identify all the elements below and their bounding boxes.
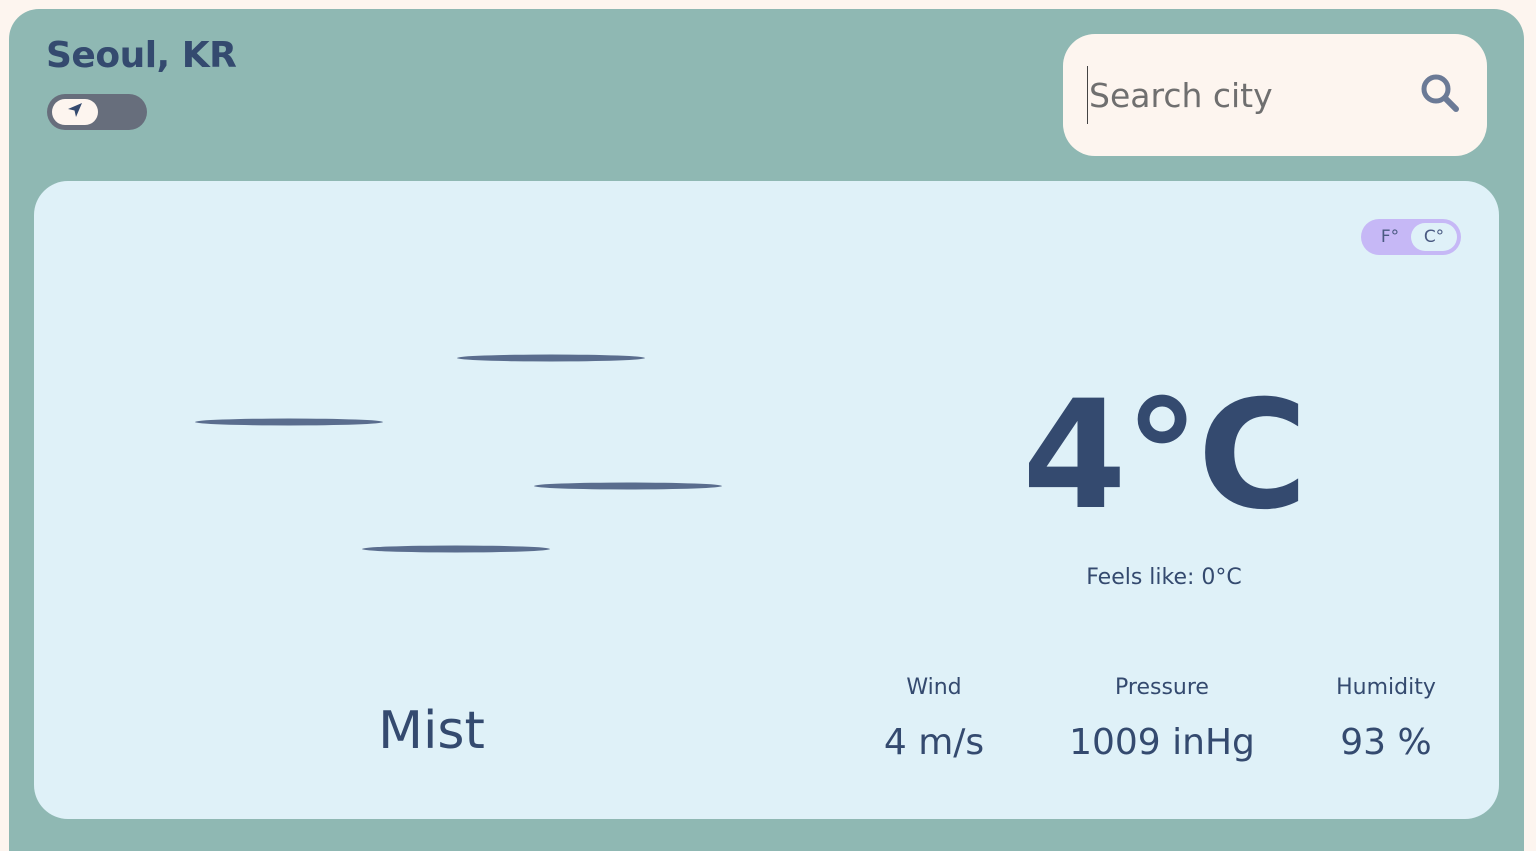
stat-humidity-value: 93 % [1340, 722, 1432, 763]
temperature-value: 4°C [1022, 369, 1307, 543]
mist-icon [194, 351, 734, 561]
stat-wind-value: 4 m/s [883, 722, 985, 763]
stat-pressure-label: Pressure [1115, 675, 1209, 700]
stat-pressure: Pressure 1009 inHg [1052, 675, 1272, 763]
location-arrow-icon [66, 101, 84, 123]
unit-celsius-option[interactable]: C° [1411, 223, 1457, 251]
stat-humidity-label: Humidity [1336, 675, 1436, 700]
stat-pressure-value: 1009 inHg [1069, 722, 1255, 763]
search-button[interactable] [1417, 72, 1463, 118]
search-icon [1419, 72, 1461, 118]
stat-wind-label: Wind [906, 675, 962, 700]
city-title: Seoul, KR [46, 35, 237, 76]
geolocation-toggle[interactable] [47, 94, 147, 130]
weather-condition: Mist [378, 701, 485, 761]
geolocation-toggle-knob[interactable] [52, 99, 98, 125]
search-box [1063, 34, 1487, 156]
stat-wind: Wind 4 m/s [854, 675, 1014, 763]
weather-card: F° C° Mist 4°C Feels like: 0°C Wind 4 m/… [34, 181, 1499, 819]
unit-toggle[interactable]: F° C° [1361, 219, 1461, 255]
weather-app: Seoul, KR F° C° [9, 9, 1524, 851]
feels-like-text: Feels like: 0°C [1086, 565, 1242, 590]
stat-humidity: Humidity 93 % [1306, 675, 1466, 763]
search-input[interactable] [1087, 66, 1391, 124]
unit-fahrenheit-option[interactable]: F° [1373, 219, 1407, 255]
